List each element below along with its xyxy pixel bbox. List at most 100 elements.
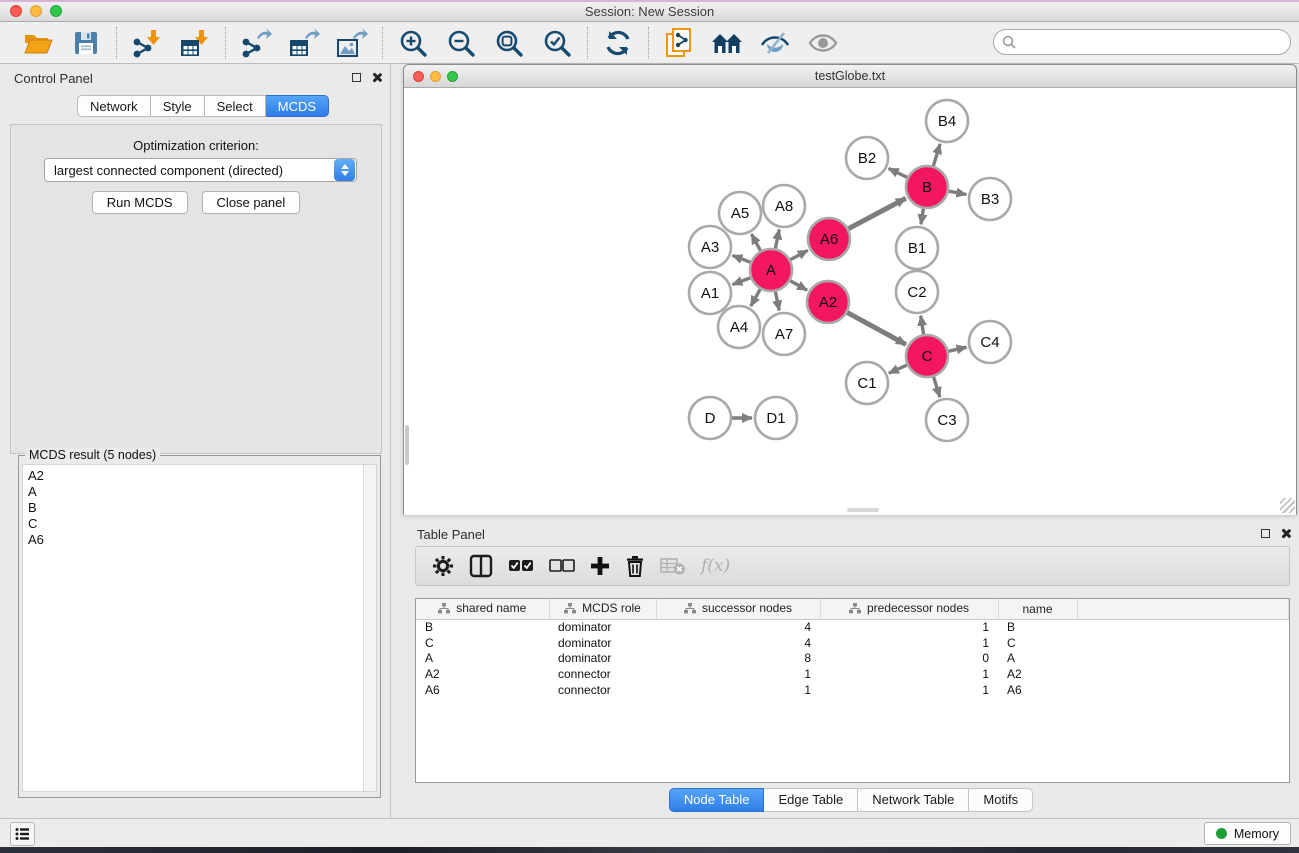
table-cell[interactable]: 4 <box>656 635 820 651</box>
network-vertical-scrollbar[interactable] <box>405 425 409 465</box>
network-horizontal-scrollbar[interactable] <box>847 508 879 512</box>
table-cell[interactable]: A6 <box>416 682 549 698</box>
task-history-button[interactable] <box>10 822 35 846</box>
close-panel-button[interactable]: Close panel <box>202 191 301 214</box>
close-panel-icon[interactable] <box>371 72 382 83</box>
tab-network[interactable]: Network <box>77 95 151 117</box>
graph-node-B4[interactable]: B4 <box>926 100 968 142</box>
select-all-columns-icon[interactable] <box>508 558 534 574</box>
table-row[interactable]: A2connector11A2 <box>416 666 1289 682</box>
mcds-result-item[interactable]: C <box>28 516 376 532</box>
table-cell[interactable]: 8 <box>656 651 820 667</box>
graph-node-C[interactable]: C <box>906 335 948 377</box>
criterion-select[interactable]: largest connected component (directed) <box>44 158 357 182</box>
graph-edge-A-A1[interactable] <box>732 277 751 284</box>
tab-style[interactable]: Style <box>151 95 205 117</box>
unselect-all-columns-icon[interactable] <box>549 558 575 574</box>
network-snapshot-icon[interactable] <box>661 26 697 60</box>
table-cell[interactable]: A <box>998 651 1077 667</box>
float-panel-icon[interactable] <box>1261 529 1270 538</box>
column-header[interactable]: shared name <box>416 599 549 619</box>
table-row[interactable]: Bdominator41B <box>416 619 1289 635</box>
graph-edge-B-B2[interactable] <box>889 168 908 177</box>
network-canvas[interactable]: AA1A2A3A4A5A6A7A8BB1B2B3B4CC1C2C3C4DD1 <box>404 88 1296 515</box>
export-table-icon[interactable] <box>286 26 322 60</box>
export-image-icon[interactable] <box>334 26 370 60</box>
close-panel-icon[interactable] <box>1280 528 1291 539</box>
graph-node-B3[interactable]: B3 <box>969 178 1011 220</box>
table-cell[interactable]: dominator <box>549 635 656 651</box>
column-header[interactable]: predecessor nodes <box>820 599 998 619</box>
table-row[interactable]: Cdominator41C <box>416 635 1289 651</box>
graph-node-C1[interactable]: C1 <box>846 362 888 404</box>
search-input[interactable] <box>1021 35 1290 49</box>
table-options-gear-icon[interactable] <box>432 555 454 577</box>
table-cell[interactable]: A <box>416 651 549 667</box>
graph-node-B1[interactable]: B1 <box>896 227 938 269</box>
mcds-result-item[interactable]: A2 <box>28 468 376 484</box>
graph-edge-C-C4[interactable] <box>947 347 966 351</box>
graph-node-B[interactable]: B <box>906 166 948 208</box>
graph-edge-A-A2[interactable] <box>789 280 807 290</box>
graph-node-A1[interactable]: A1 <box>689 272 731 314</box>
zoom-in-icon[interactable] <box>395 26 431 60</box>
create-column-plus-icon[interactable] <box>590 556 610 576</box>
import-table-icon[interactable] <box>177 26 213 60</box>
table-cell[interactable]: dominator <box>549 651 656 667</box>
table-cell[interactable]: A6 <box>998 682 1077 698</box>
toggle-graphics-details-icon[interactable] <box>757 26 793 60</box>
table-cell[interactable]: C <box>416 635 549 651</box>
save-session-icon[interactable] <box>68 26 104 60</box>
delete-table-icon[interactable] <box>660 556 686 576</box>
table-cell[interactable]: A2 <box>998 666 1077 682</box>
table-cell[interactable]: dominator <box>549 619 656 635</box>
graph-edge-A-A4[interactable] <box>751 288 761 306</box>
apply-layout-icon[interactable] <box>600 26 636 60</box>
run-mcds-button[interactable]: Run MCDS <box>92 191 188 214</box>
tab-network-table[interactable]: Network Table <box>858 788 969 812</box>
graph-edge-A-A8[interactable] <box>775 230 779 250</box>
birds-eye-view-icon[interactable] <box>805 26 841 60</box>
function-builder-icon[interactable]: f(x) <box>701 556 730 576</box>
graph-node-A3[interactable]: A3 <box>689 226 731 268</box>
table-row[interactable]: A6connector11A6 <box>416 682 1289 698</box>
network-window-titlebar[interactable]: testGlobe.txt <box>404 65 1296 88</box>
tab-edge-table[interactable]: Edge Table <box>764 788 858 812</box>
graph-node-B2[interactable]: B2 <box>846 137 888 179</box>
table-cell[interactable]: 0 <box>820 651 998 667</box>
table-cell[interactable]: 1 <box>656 666 820 682</box>
mcds-result-list[interactable]: A2ABCA6 <box>22 464 377 792</box>
graph-node-C2[interactable]: C2 <box>896 271 938 313</box>
open-session-icon[interactable] <box>20 26 56 60</box>
graph-edge-B-B4[interactable] <box>933 144 940 167</box>
table-row[interactable]: Adominator80A <box>416 651 1289 667</box>
graph-node-A2[interactable]: A2 <box>807 281 849 323</box>
graph-node-C4[interactable]: C4 <box>969 321 1011 363</box>
tab-motifs[interactable]: Motifs <box>969 788 1033 812</box>
tab-mcds[interactable]: MCDS <box>266 95 329 117</box>
delete-columns-trash-icon[interactable] <box>625 555 645 577</box>
graph-node-A[interactable]: A <box>750 249 792 291</box>
table-cell[interactable]: 4 <box>656 619 820 635</box>
table-cell[interactable]: C <box>998 635 1077 651</box>
table-cell[interactable]: B <box>416 619 549 635</box>
zoom-out-icon[interactable] <box>443 26 479 60</box>
graph-node-A8[interactable]: A8 <box>763 185 805 227</box>
mcds-result-item[interactable]: A6 <box>28 532 376 548</box>
tab-select[interactable]: Select <box>205 95 266 117</box>
float-panel-icon[interactable] <box>352 73 361 82</box>
mcds-result-item[interactable]: B <box>28 500 376 516</box>
table-cell[interactable]: 1 <box>820 635 998 651</box>
mcds-result-item[interactable]: A <box>28 484 376 500</box>
table-cell[interactable]: B <box>998 619 1077 635</box>
search-field[interactable] <box>993 29 1291 55</box>
graph-node-D1[interactable]: D1 <box>755 397 797 439</box>
import-network-icon[interactable] <box>129 26 165 60</box>
show-all-networks-icon[interactable] <box>709 26 745 60</box>
zoom-fit-icon[interactable] <box>491 26 527 60</box>
table-cell[interactable]: 1 <box>820 666 998 682</box>
graph-edge-A-A3[interactable] <box>732 255 751 262</box>
result-list-scrollbar[interactable] <box>363 465 376 791</box>
table-cell[interactable]: connector <box>549 666 656 682</box>
memory-button[interactable]: Memory <box>1204 822 1291 845</box>
